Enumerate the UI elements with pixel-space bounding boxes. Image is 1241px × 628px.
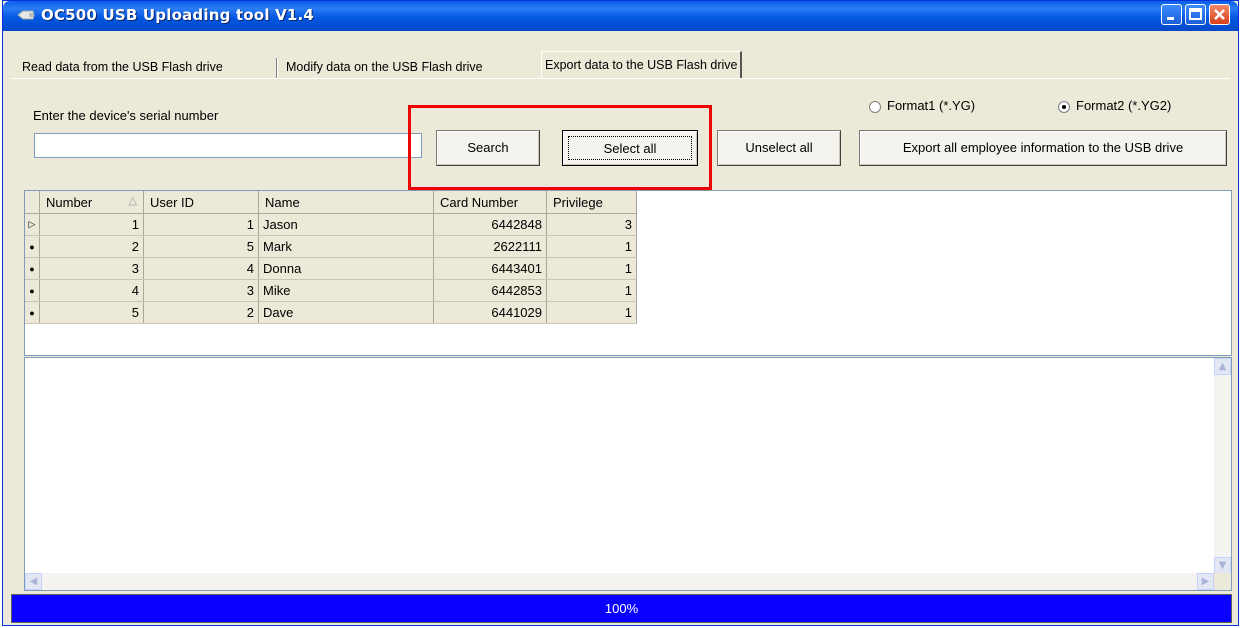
tab-modify-data[interactable]: Modify data on the USB Flash drive bbox=[283, 56, 486, 78]
column-header-number[interactable]: Number △ bbox=[39, 191, 144, 214]
column-header-name[interactable]: Name bbox=[258, 191, 434, 214]
format2-radio[interactable] bbox=[1058, 101, 1070, 113]
maximize-button[interactable] bbox=[1185, 4, 1206, 25]
cell-user-id[interactable]: 4 bbox=[143, 257, 259, 280]
cell-card-number[interactable]: 6442853 bbox=[433, 279, 547, 302]
table-row[interactable]: ● 4 3 Mike 6442853 1 bbox=[25, 279, 637, 302]
cell-card-number[interactable]: 6442848 bbox=[433, 213, 547, 236]
app-window: OC500 USB Uploading tool V1.4 Read data … bbox=[2, 0, 1239, 626]
cell-name[interactable]: Mark bbox=[258, 235, 434, 258]
progress-bar: 100% bbox=[11, 594, 1232, 623]
grid-header-row: Number △ User ID Name Card Number Privil… bbox=[25, 191, 637, 214]
progress-label: 100% bbox=[604, 601, 639, 616]
unselect-all-button[interactable]: Unselect all bbox=[717, 130, 841, 166]
highlight-annotation bbox=[408, 105, 712, 190]
cell-number[interactable]: 3 bbox=[39, 257, 144, 280]
cell-card-number[interactable]: 2622111 bbox=[433, 235, 547, 258]
vertical-scrollbar[interactable]: ▲ ▼ bbox=[1214, 358, 1231, 574]
cell-name[interactable]: Donna bbox=[258, 257, 434, 280]
cell-card-number[interactable]: 6443401 bbox=[433, 257, 547, 280]
horizontal-scrollbar[interactable]: ◀ ▶ bbox=[25, 573, 1214, 590]
table-row[interactable]: ● 3 4 Donna 6443401 1 bbox=[25, 257, 637, 280]
cell-privilege[interactable]: 1 bbox=[546, 235, 637, 258]
minimize-icon bbox=[1167, 17, 1174, 20]
scroll-right-icon[interactable]: ▶ bbox=[1197, 573, 1214, 590]
current-row-icon: ▷ bbox=[25, 213, 40, 236]
table-row[interactable]: ▷ 1 1 Jason 6442848 3 bbox=[25, 213, 637, 236]
minimize-button[interactable] bbox=[1161, 4, 1182, 25]
cell-user-id[interactable]: 5 bbox=[143, 235, 259, 258]
table-row[interactable]: ● 5 2 Dave 6441029 1 bbox=[25, 301, 637, 324]
cell-number[interactable]: 4 bbox=[39, 279, 144, 302]
tab-panel-border bbox=[11, 78, 1230, 79]
cell-privilege[interactable]: 1 bbox=[546, 279, 637, 302]
scroll-left-icon[interactable]: ◀ bbox=[25, 573, 42, 590]
cell-number[interactable]: 5 bbox=[39, 301, 144, 324]
column-header-label: Number bbox=[46, 194, 93, 210]
cell-privilege[interactable]: 1 bbox=[546, 301, 637, 324]
cell-name[interactable]: Dave bbox=[258, 301, 434, 324]
row-marker-icon: ● bbox=[25, 279, 40, 302]
employee-table: Number △ User ID Name Card Number Privil… bbox=[25, 191, 637, 324]
cell-name[interactable]: Jason bbox=[258, 213, 434, 236]
format1-label[interactable]: Format1 (*.YG) bbox=[887, 98, 975, 113]
close-button[interactable] bbox=[1209, 4, 1230, 25]
cell-user-id[interactable]: 2 bbox=[143, 301, 259, 324]
table-row[interactable]: ● 2 5 Mark 2622111 1 bbox=[25, 235, 637, 258]
serial-number-input[interactable] bbox=[34, 133, 422, 158]
sort-ascending-icon: △ bbox=[128, 195, 137, 207]
tab-export-data[interactable]: Export data to the USB Flash drive bbox=[541, 51, 743, 79]
row-marker-icon: ● bbox=[25, 257, 40, 280]
cell-privilege[interactable]: 3 bbox=[546, 213, 637, 236]
cell-user-id[interactable]: 1 bbox=[143, 213, 259, 236]
log-memo[interactable]: ▲ ▼ ◀ ▶ bbox=[24, 357, 1232, 591]
cell-card-number[interactable]: 6441029 bbox=[433, 301, 547, 324]
row-marker-icon: ● bbox=[25, 301, 40, 324]
cell-user-id[interactable]: 3 bbox=[143, 279, 259, 302]
scroll-down-icon[interactable]: ▼ bbox=[1214, 557, 1231, 574]
window-title: OC500 USB Uploading tool V1.4 bbox=[41, 6, 315, 24]
close-icon bbox=[1214, 9, 1225, 20]
column-header-privilege[interactable]: Privilege bbox=[546, 191, 637, 214]
employee-grid[interactable]: Number △ User ID Name Card Number Privil… bbox=[24, 190, 1232, 356]
indicator-column-header bbox=[25, 191, 40, 214]
cell-number[interactable]: 2 bbox=[39, 235, 144, 258]
column-header-card-number[interactable]: Card Number bbox=[433, 191, 547, 214]
row-marker-icon: ● bbox=[25, 235, 40, 258]
scroll-up-icon[interactable]: ▲ bbox=[1214, 358, 1231, 375]
maximize-icon bbox=[1189, 8, 1202, 20]
cell-number[interactable]: 1 bbox=[39, 213, 144, 236]
scrollbar-corner bbox=[1214, 573, 1231, 590]
serial-number-label: Enter the device's serial number bbox=[33, 108, 219, 123]
format2-label[interactable]: Format2 (*.YG2) bbox=[1076, 98, 1171, 113]
cell-privilege[interactable]: 1 bbox=[546, 257, 637, 280]
usb-drive-icon bbox=[17, 10, 35, 20]
tab-read-data[interactable]: Read data from the USB Flash drive bbox=[19, 56, 226, 78]
tab-divider bbox=[276, 58, 278, 78]
column-header-user-id[interactable]: User ID bbox=[143, 191, 259, 214]
title-bar[interactable]: OC500 USB Uploading tool V1.4 bbox=[3, 1, 1238, 31]
cell-name[interactable]: Mike bbox=[258, 279, 434, 302]
export-all-button[interactable]: Export all employee information to the U… bbox=[859, 130, 1227, 166]
format1-radio[interactable] bbox=[869, 101, 881, 113]
